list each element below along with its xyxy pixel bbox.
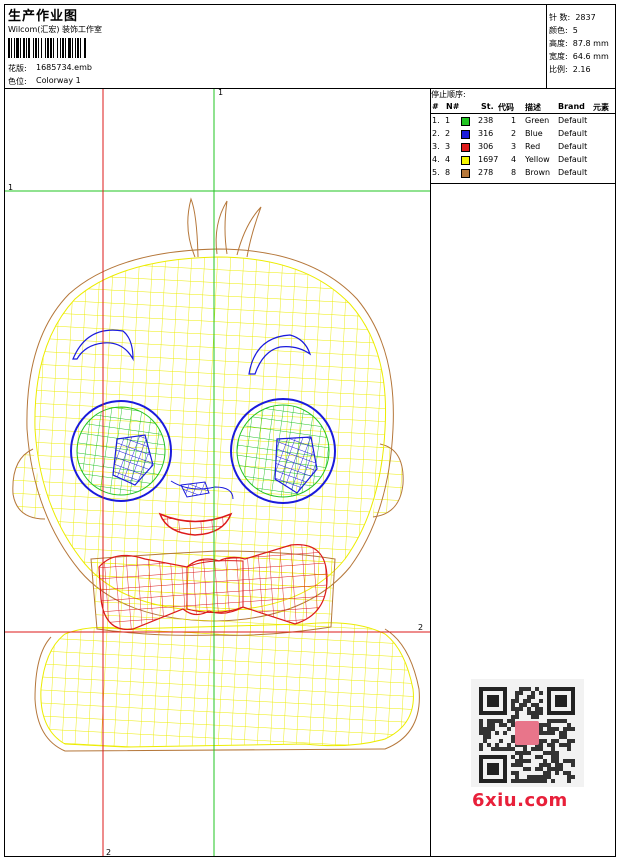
- color-swatch-brown: [461, 169, 470, 178]
- stat-stitches: 针 数: 2837: [549, 13, 596, 22]
- watermark-logo: 6xiu.com: [472, 790, 568, 811]
- axis-label-green-left: 1: [8, 183, 14, 192]
- color-swatch-green: [461, 117, 470, 126]
- axis-label-red-bottom: 2: [106, 848, 112, 857]
- table-header-underline: [431, 113, 615, 114]
- barcode: [8, 38, 86, 58]
- table-row[interactable]: 5. 8 278 8 Brown Default: [431, 168, 615, 181]
- stat-width: 宽度: 64.6 mm: [549, 52, 609, 61]
- col-desc: 描述: [525, 103, 541, 112]
- stop-sequence-title: 停止顺序:: [431, 90, 466, 99]
- hair-left: [187, 197, 199, 258]
- col-hash: #: [432, 102, 439, 111]
- table-row[interactable]: 2. 2 316 2 Blue Default: [431, 129, 615, 142]
- color-swatch-red: [461, 143, 470, 152]
- header-stats-divider: [546, 4, 547, 88]
- color-swatch-blue: [461, 130, 470, 139]
- table-row[interactable]: 1. 1 238 1 Green Default: [431, 116, 615, 129]
- colorway-label: 色位:: [8, 77, 27, 86]
- table-row[interactable]: 3. 3 306 3 Red Default: [431, 142, 615, 155]
- stat-height: 高度: 87.8 mm: [549, 39, 609, 48]
- hair-middle: [215, 200, 228, 255]
- qr-code: [471, 679, 584, 805]
- col-code: 代码: [498, 103, 514, 112]
- table-divider: [430, 88, 431, 857]
- col-brand: Brand: [558, 102, 585, 111]
- design-value: 1685734.emb: [36, 63, 92, 72]
- axis-label-red-right: 2: [418, 623, 424, 632]
- table-row[interactable]: 4. 4 1697 4 Yellow Default: [431, 155, 615, 168]
- embroidery-canvas: [5, 89, 430, 856]
- company-name: Wilcom(汇宏) 装饰工作室: [8, 25, 103, 34]
- colorway-value: Colorway 1: [36, 76, 81, 85]
- col-element: 元素: [593, 103, 609, 112]
- axis-label-green-top: 1: [218, 88, 224, 97]
- page-title: 生产作业图: [8, 9, 79, 24]
- table-header: # N# St. 代码 描述 Brand 元素: [431, 102, 615, 113]
- table-bottom-line: [430, 183, 616, 184]
- stats-panel: 针 数: 2837 颜色: 5 高度: 87.8 mm 宽度: 64.6 mm …: [549, 5, 615, 74]
- color-swatch-yellow: [461, 156, 470, 165]
- col-st: St.: [481, 102, 494, 111]
- col-n: N#: [446, 102, 460, 111]
- design-label: 花版:: [8, 64, 27, 73]
- body-fill: [40, 622, 414, 748]
